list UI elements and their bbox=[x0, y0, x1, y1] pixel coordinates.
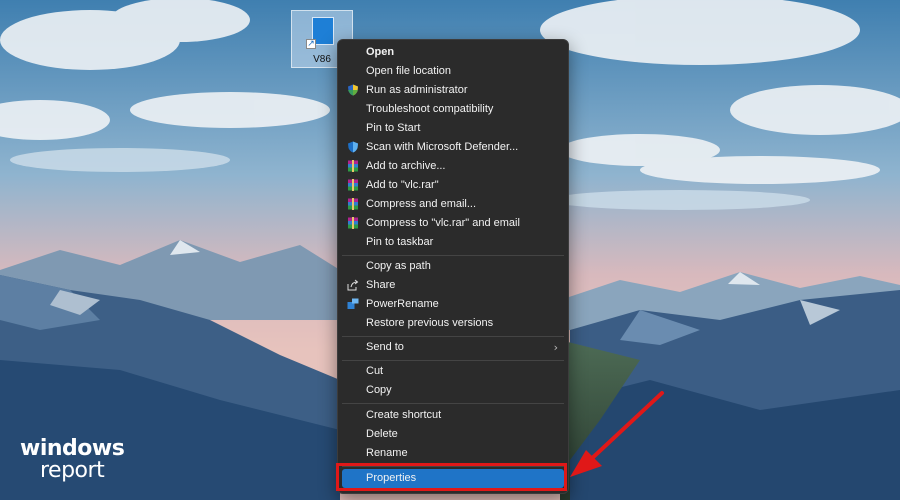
annotation-arrow bbox=[570, 391, 664, 477]
windows-report-logo: windows report bbox=[20, 436, 125, 483]
